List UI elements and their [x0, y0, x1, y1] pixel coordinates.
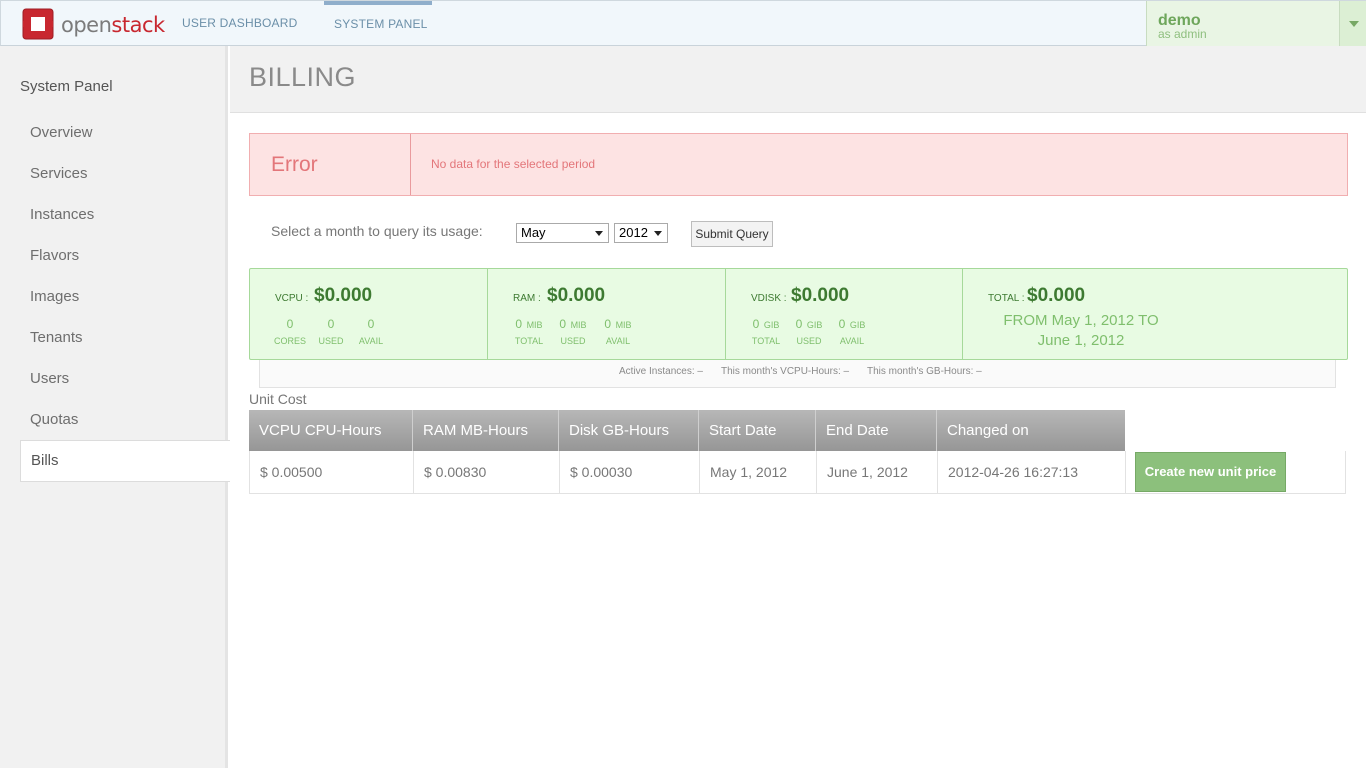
- chevron-down-icon: [654, 231, 662, 236]
- table-row: $ 0.00500 $ 0.00830 $ 0.00030 May 1, 201…: [249, 451, 1346, 494]
- sidebar-item-tenants[interactable]: Tenants: [30, 329, 83, 346]
- vdisk-price: $0.000: [791, 285, 850, 306]
- chevron-down-icon: [595, 231, 603, 236]
- ram-avail-stat: 0 MIB AVAIL: [604, 317, 632, 346]
- sidebar-item-images[interactable]: Images: [30, 288, 79, 305]
- ram-summary: RAM : $0.000 0 MIB TOTAL 0 MIB USED 0 MIB A…: [487, 269, 725, 359]
- year-select[interactable]: 2012: [614, 223, 668, 243]
- column-header: RAM MB-Hours: [413, 410, 559, 451]
- usage-summary: VCPU : $0.000 0 CORES 0 USED 0 AVAIL RAM : …: [249, 268, 1348, 360]
- unit-cost-table-header: VCPU CPU-Hours RAM MB-Hours Disk GB-Hour…: [249, 410, 1125, 451]
- column-header: Changed on: [947, 422, 1029, 439]
- active-instances: Active Instances: –: [619, 366, 703, 377]
- vcpu-cost-cell: $ 0.00500: [250, 451, 414, 493]
- sidebar-item-overview[interactable]: Overview: [30, 124, 93, 141]
- column-header: End Date: [816, 410, 937, 451]
- openstack-logo[interactable]: openstack: [22, 8, 165, 40]
- vcpu-label: VCPU :: [275, 293, 309, 304]
- vcpu-cores-stat: 0 CORES: [274, 317, 307, 346]
- column-header: VCPU CPU-Hours: [249, 410, 413, 451]
- error-title: Error: [250, 134, 411, 195]
- user-menu[interactable]: demo as admin: [1146, 1, 1366, 46]
- month-select[interactable]: May: [516, 223, 609, 243]
- start-date-cell: May 1, 2012: [700, 451, 817, 493]
- create-unit-price-button[interactable]: Create new unit price: [1135, 452, 1286, 492]
- sidebar-item-services[interactable]: Services: [30, 165, 88, 182]
- sidebar-item-flavors[interactable]: Flavors: [30, 247, 79, 264]
- billing-period: FROM May 1, 2012 TO June 1, 2012: [1003, 312, 1159, 349]
- ram-price: $0.000: [547, 285, 606, 306]
- month-select-value: May: [521, 225, 546, 240]
- usage-info-bar: Active Instances: – This month's VCPU-Ho…: [259, 360, 1336, 388]
- sidebar: System Panel Overview Services Instances…: [0, 46, 230, 768]
- sidebar-item-users[interactable]: Users: [30, 370, 69, 387]
- vcpu-price: $0.000: [314, 285, 373, 306]
- ram-label: RAM :: [513, 293, 541, 304]
- vdisk-used-stat: 0 GIB USED: [795, 317, 823, 346]
- sidebar-item-quotas[interactable]: Quotas: [30, 411, 78, 428]
- vcpu-hours: This month's VCPU-Hours: –: [721, 366, 850, 377]
- ram-cost-cell: $ 0.00830: [414, 451, 560, 493]
- page-title: BILLING: [249, 62, 357, 92]
- unit-cost-title: Unit Cost: [249, 391, 307, 407]
- vcpu-avail-stat: 0 AVAIL: [358, 317, 384, 346]
- sidebar-item-bills[interactable]: Bills: [20, 440, 230, 482]
- tab-system-panel[interactable]: SYSTEM PANEL: [324, 1, 432, 45]
- error-alert: Error No data for the selected period: [249, 133, 1348, 196]
- changed-on-cell: 2012-04-26 16:27:13: [938, 451, 1126, 493]
- vdisk-avail-stat: 0 GIB AVAIL: [838, 317, 866, 346]
- ram-used-stat: 0 MIB USED: [559, 317, 587, 346]
- year-select-value: 2012: [619, 225, 648, 240]
- vdisk-total-stat: 0 GIB TOTAL: [751, 317, 781, 346]
- vcpu-used-stat: 0 USED: [318, 317, 344, 346]
- submit-query-button[interactable]: Submit Query: [691, 221, 773, 247]
- openstack-logo-icon: [22, 8, 54, 40]
- page-header: BILLING: [230, 46, 1366, 113]
- vdisk-summary: VDISK : $0.000 0 GIB TOTAL 0 GIB USED 0 GI…: [725, 269, 962, 359]
- vcpu-summary: VCPU : $0.000 0 CORES 0 USED 0 AVAIL: [250, 269, 487, 359]
- sidebar-item-instances[interactable]: Instances: [30, 206, 94, 223]
- vdisk-label: VDISK :: [751, 293, 787, 304]
- query-label: Select a month to query its usage:: [271, 223, 483, 239]
- error-message: No data for the selected period: [431, 157, 596, 171]
- end-date-cell: June 1, 2012: [817, 451, 938, 493]
- total-label: TOTAL :: [988, 293, 1025, 304]
- user-role: as admin: [1158, 27, 1207, 41]
- logo-text: openstack: [61, 13, 165, 37]
- disk-cost-cell: $ 0.00030: [560, 451, 700, 493]
- column-header: Start Date: [699, 410, 816, 451]
- chevron-down-icon: [1349, 21, 1359, 27]
- top-bar: openstack USER DASHBOARD SYSTEM PANEL de…: [0, 0, 1366, 46]
- total-summary: TOTAL : $0.000 FROM May 1, 2012 TO June …: [962, 269, 1347, 359]
- tab-user-dashboard[interactable]: USER DASHBOARD: [182, 1, 298, 45]
- column-header: Disk GB-Hours: [559, 410, 699, 451]
- total-price: $0.000: [1027, 285, 1086, 306]
- gb-hours: This month's GB-Hours: –: [867, 366, 982, 377]
- ram-total-stat: 0 MIB TOTAL: [514, 317, 544, 346]
- user-menu-toggle[interactable]: [1339, 1, 1366, 46]
- sidebar-title: System Panel: [20, 78, 113, 95]
